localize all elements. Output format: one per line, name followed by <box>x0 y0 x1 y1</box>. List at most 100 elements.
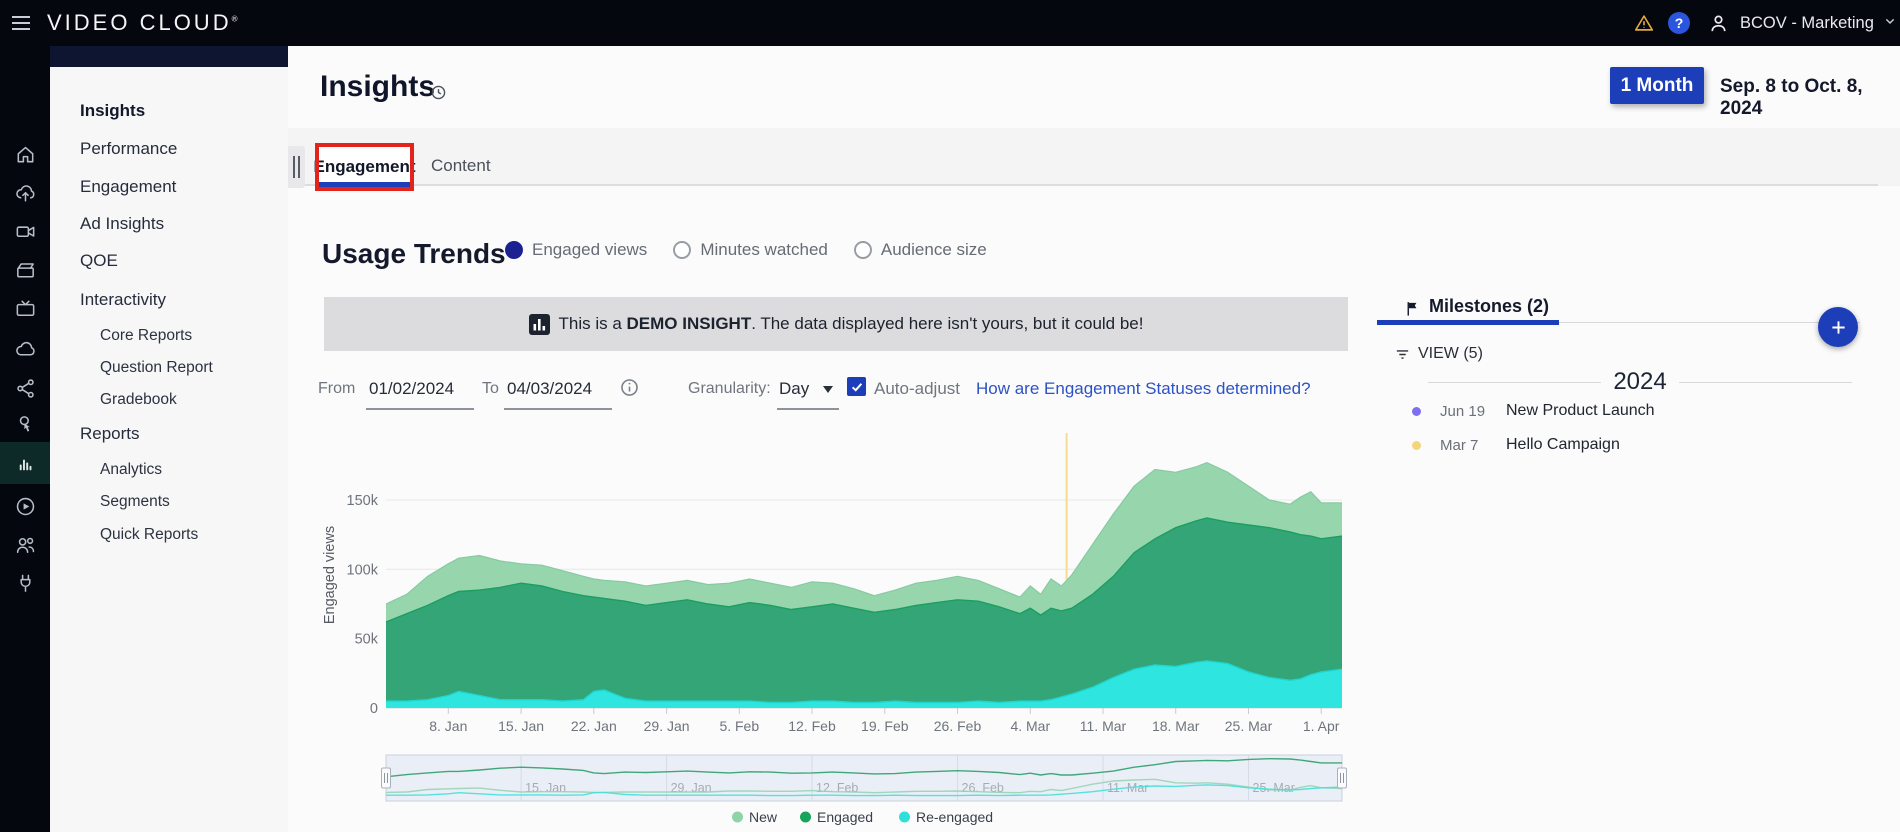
from-date-input[interactable]: 01/02/2024 <box>369 379 454 399</box>
plug-icon[interactable] <box>0 563 50 603</box>
sidebar-item-ad-insights[interactable]: Ad Insights <box>80 214 164 234</box>
navigator-handle-right[interactable] <box>1338 768 1347 788</box>
milestone-item[interactable]: Jun 19New Product Launch <box>1412 402 1655 420</box>
svg-text:15. Jan: 15. Jan <box>525 781 566 795</box>
auto-adjust-label: Auto-adjust <box>874 379 960 399</box>
legend-item-re-engaged[interactable]: Re-engaged <box>899 809 993 825</box>
navigator-handle-left[interactable] <box>382 768 391 788</box>
interactivity-icon[interactable] <box>0 404 50 444</box>
sidebar-item-segments[interactable]: Segments <box>100 493 170 511</box>
granularity-underline <box>777 408 839 410</box>
sidebar-item-engagement[interactable]: Engagement <box>80 177 176 197</box>
svg-text:29. Jan: 29. Jan <box>644 718 690 734</box>
svg-text:8. Jan: 8. Jan <box>429 718 467 734</box>
svg-text:0: 0 <box>370 701 378 717</box>
add-milestone-button[interactable] <box>1818 307 1858 347</box>
to-date-underline <box>504 408 612 410</box>
share-icon[interactable] <box>0 368 50 408</box>
milestone-label: Hello Campaign <box>1506 436 1620 454</box>
milestones-panel: Milestones (2) VIEW (5) 2024 Jun 19New P… <box>1370 0 1900 832</box>
usage-trends-title: Usage Trends <box>322 238 506 270</box>
granularity-select[interactable]: Day <box>779 379 809 399</box>
metric-label: Audience size <box>881 240 987 260</box>
chart-navigator[interactable]: 15. Jan29. Jan12. Feb26. Feb11. Mar25. M… <box>382 755 1347 801</box>
sidebar-item-question-report[interactable]: Question Report <box>100 359 213 377</box>
metric-radio-minutes-watched[interactable]: Minutes watched <box>673 240 828 260</box>
metric-radio-engaged-views[interactable]: Engaged views <box>505 240 647 260</box>
sidebar-item-qoe[interactable]: QOE <box>80 251 118 271</box>
milestone-dot <box>1412 407 1421 416</box>
hamburger-menu-icon[interactable] <box>8 11 34 35</box>
radio-icon <box>505 241 523 259</box>
svg-text:1. Apr: 1. Apr <box>1303 718 1340 734</box>
sidebar-header-bar <box>50 46 288 67</box>
media-icon[interactable] <box>0 250 50 290</box>
sidebar-item-gradebook[interactable]: Gradebook <box>100 391 177 409</box>
alert-warning-icon[interactable] <box>1632 11 1656 35</box>
bar-chart-icon <box>529 314 550 335</box>
to-date-input[interactable]: 04/03/2024 <box>507 379 592 399</box>
users-icon[interactable] <box>0 525 50 565</box>
account-menu[interactable]: BCOV - Marketing <box>1740 13 1898 34</box>
panel-drag-handle[interactable] <box>288 146 305 188</box>
sidebar-item-performance[interactable]: Performance <box>80 139 177 159</box>
cloud-icon[interactable] <box>0 329 50 369</box>
milestone-date: Mar 7 <box>1440 437 1506 454</box>
home-icon[interactable] <box>0 134 50 174</box>
play-icon[interactable] <box>0 486 50 526</box>
sidebar-item-reports[interactable]: Reports <box>80 424 140 444</box>
chevron-down-icon <box>1882 13 1898 34</box>
svg-text:15. Jan: 15. Jan <box>498 718 544 734</box>
flag-icon <box>1404 299 1421 317</box>
video-camera-icon[interactable] <box>0 211 50 251</box>
sidebar-item-core-reports[interactable]: Core Reports <box>100 327 192 345</box>
question-mark-icon: ? <box>1668 12 1690 34</box>
milestones-tab-underline <box>1377 320 1559 325</box>
granularity-label: Granularity: <box>688 380 771 398</box>
engagement-statuses-link[interactable]: How are Engagement Statuses determined? <box>976 379 1311 399</box>
svg-text:12. Feb: 12. Feb <box>816 781 858 795</box>
svg-text:50k: 50k <box>355 632 379 648</box>
view-filter-button[interactable]: VIEW (5) <box>1394 345 1483 363</box>
x-axis: 8. Jan15. Jan22. Jan29. Jan5. Feb12. Feb… <box>429 708 1340 734</box>
sidebar-item-insights[interactable]: Insights <box>80 101 145 121</box>
radio-icon <box>673 241 691 259</box>
demo-insight-banner: This is a DEMO INSIGHT. The data display… <box>324 297 1348 351</box>
sidebar-item-interactivity[interactable]: Interactivity <box>80 290 166 310</box>
milestone-label: New Product Launch <box>1506 402 1655 420</box>
filter-icon <box>1394 346 1411 363</box>
auto-adjust-checkbox[interactable] <box>847 377 866 396</box>
svg-text:150k: 150k <box>347 493 379 509</box>
year-label: 2024 <box>1613 368 1666 396</box>
account-name: BCOV - Marketing <box>1740 14 1874 33</box>
bar-chart-icon[interactable] <box>0 442 50 484</box>
caret-down-icon[interactable] <box>823 386 833 393</box>
svg-text:29. Jan: 29. Jan <box>671 781 712 795</box>
tab-content[interactable]: Content <box>431 147 491 185</box>
svg-text:5. Feb: 5. Feb <box>719 718 759 734</box>
tab-engagement[interactable]: Engagement <box>319 147 410 187</box>
tab-engagement-label: Engagement <box>313 157 415 177</box>
chart-legend: New Engaged Re-engaged <box>732 809 993 825</box>
metric-radio-audience-size[interactable]: Audience size <box>854 240 987 260</box>
milestone-item[interactable]: Mar 7Hello Campaign <box>1412 436 1620 454</box>
info-icon[interactable] <box>619 377 640 398</box>
clock-history-icon[interactable] <box>430 84 447 101</box>
legend-item-new[interactable]: New <box>732 809 778 825</box>
help-button[interactable]: ? <box>1667 11 1691 35</box>
upload-icon[interactable] <box>0 173 50 213</box>
check-icon <box>850 380 864 394</box>
page-title: Insights <box>320 70 435 104</box>
sidebar: Insights Performance Engagement Ad Insights… <box>50 46 288 832</box>
tv-icon[interactable] <box>0 288 50 328</box>
milestones-tab[interactable]: Milestones (2) <box>1429 296 1549 317</box>
sidebar-item-analytics[interactable]: Analytics <box>100 461 162 479</box>
sidebar-item-quick-reports[interactable]: Quick Reports <box>100 526 198 544</box>
metric-radio-group: Engaged views Minutes watched Audience siz… <box>505 240 987 260</box>
legend-item-engaged[interactable]: Engaged <box>800 809 873 825</box>
chart-areas[interactable] <box>386 463 1342 708</box>
radio-icon <box>854 241 872 259</box>
svg-text:25. Mar: 25. Mar <box>1225 718 1273 734</box>
user-icon[interactable] <box>1706 11 1730 35</box>
banner-text: This is a DEMO INSIGHT. The data display… <box>559 314 1144 334</box>
